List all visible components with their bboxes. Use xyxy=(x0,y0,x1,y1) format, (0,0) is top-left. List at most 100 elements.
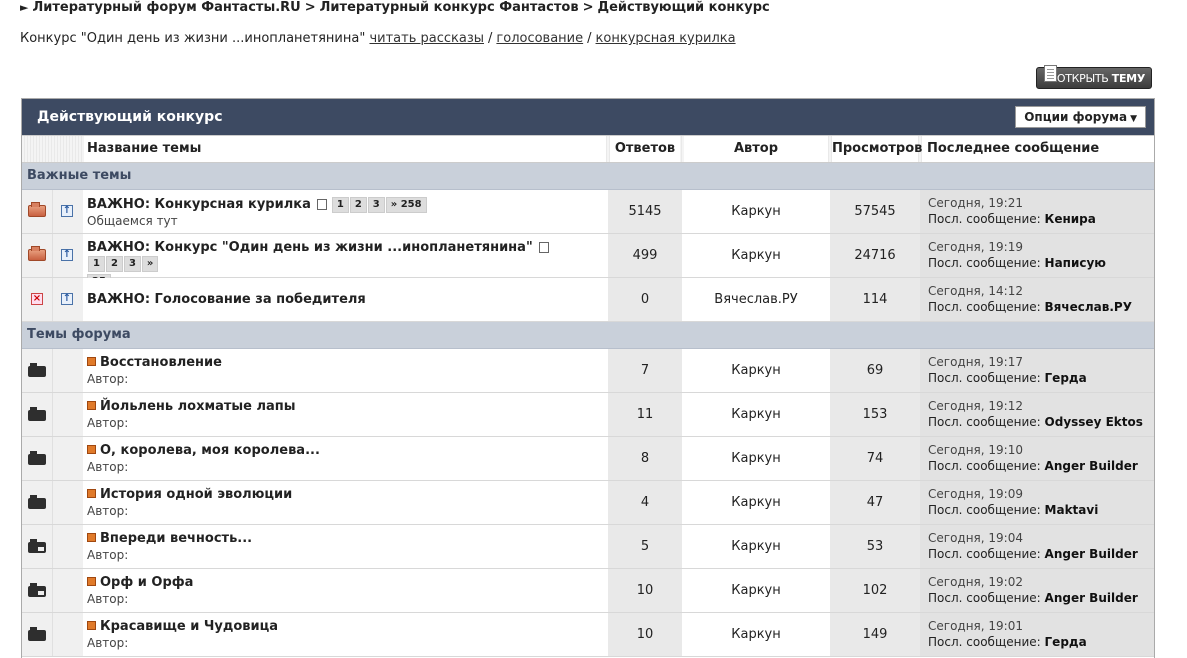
topic-title-link[interactable]: Восстановление xyxy=(100,355,222,370)
table-row: Красавище и Чудовица Автор: 10 Каркун 14… xyxy=(22,613,1154,657)
page-link-next[interactable]: » xyxy=(141,256,159,272)
table-row: История одной эволюции Автор: 4 Каркун 4… xyxy=(22,481,1154,525)
topic-title-link[interactable]: ВАЖНО: Голосование за победителя xyxy=(87,292,366,307)
views-count: 153 xyxy=(830,393,920,436)
table-row: Йольлень лохматые лапы Автор: 11 Каркун … xyxy=(22,393,1154,437)
last-post-user[interactable]: Герда xyxy=(1045,635,1087,649)
topic-author[interactable]: Вячеслав.РУ xyxy=(682,278,830,321)
folder-icon xyxy=(28,495,46,509)
folder-icon xyxy=(28,627,46,641)
breadcrumb-link-forum[interactable]: Литературный форум Фантасты.RU xyxy=(32,0,300,15)
contest-subline: Конкурс "Один день из жизни ...инопланет… xyxy=(20,31,736,46)
topic-author[interactable]: Каркун xyxy=(682,481,830,524)
table-row: Восстановление Автор: 7 Каркун 69 Сегодн… xyxy=(22,349,1154,393)
last-post-user[interactable]: Герда xyxy=(1045,371,1087,385)
topic-prefix-icon xyxy=(87,357,96,366)
last-post-user[interactable]: Maktavi xyxy=(1045,503,1099,517)
last-post-user[interactable]: Написую xyxy=(1045,256,1106,270)
replies-count: 499 xyxy=(608,234,682,277)
page-links: 1 2 3» 258 xyxy=(331,196,427,213)
page-link-last[interactable]: » 258 xyxy=(385,197,427,213)
page-link[interactable]: 2 xyxy=(105,256,123,272)
column-last-post[interactable]: Последнее сообщение xyxy=(922,136,1154,162)
topic-author[interactable]: Каркун xyxy=(682,234,830,277)
last-post: Сегодня, 19:17 Посл. сообщение: Герда xyxy=(920,349,1154,392)
contest-name: Конкурс "Один день из жизни ...инопланет… xyxy=(20,31,366,46)
last-post-user[interactable]: Anger Builder xyxy=(1045,591,1138,605)
last-post-time: Сегодня, 14:12 xyxy=(928,284,1023,298)
views-count: 69 xyxy=(830,349,920,392)
forum-options-button[interactable]: Опции форума ▼ xyxy=(1015,106,1146,128)
topic-prefix-icon xyxy=(87,489,96,498)
breadcrumb-current: Действующий конкурс xyxy=(597,0,770,15)
forum-table: Действующий конкурс Опции форума ▼ Назван… xyxy=(21,98,1155,658)
topic-author[interactable]: Каркун xyxy=(682,437,830,480)
replies-count: 5145 xyxy=(608,190,682,233)
last-post-time: Сегодня, 19:04 xyxy=(928,531,1023,545)
folder-icon xyxy=(28,451,46,465)
last-post-user[interactable]: Anger Builder xyxy=(1045,547,1138,561)
last-post-time: Сегодня, 19:19 xyxy=(928,240,1023,254)
topic-title-link[interactable]: История одной эволюции xyxy=(100,487,292,502)
breadcrumb-link-contest[interactable]: Литературный конкурс Фантастов xyxy=(320,0,579,15)
last-post-user[interactable]: Anger Builder xyxy=(1045,459,1138,473)
column-views[interactable]: Просмотров xyxy=(832,136,922,162)
last-post: Сегодня, 19:12 Посл. сообщение: Odyssey … xyxy=(920,393,1154,436)
topic-title-link[interactable]: ВАЖНО: Конкурс "Один день из жизни ...ин… xyxy=(87,240,533,255)
column-author[interactable]: Автор xyxy=(684,136,828,162)
topic-author[interactable]: Каркун xyxy=(682,569,830,612)
last-post-user[interactable]: Odyssey Ektos xyxy=(1045,415,1143,429)
topic-author-label: Автор: xyxy=(87,636,129,650)
topic-author-label: Автор: xyxy=(87,592,129,606)
last-post-time: Сегодня, 19:17 xyxy=(928,355,1023,369)
last-post-user[interactable]: Кенира xyxy=(1045,212,1096,226)
last-post-user[interactable]: Вячеслав.РУ xyxy=(1045,300,1132,314)
breadcrumb-separator: > xyxy=(582,0,594,15)
contest-smoking-room-link[interactable]: конкурсная курилка xyxy=(596,31,736,46)
topic-title-link[interactable]: Орф и Орфа xyxy=(100,575,193,590)
sticky-pin-icon: ↑ xyxy=(61,205,73,217)
forum-header: Действующий конкурс Опции форума ▼ xyxy=(22,99,1154,135)
last-post-prefix: Посл. сообщение: xyxy=(928,547,1041,561)
sticky-pin-icon: ↑ xyxy=(61,249,73,261)
views-count: 102 xyxy=(830,569,920,612)
views-count: 53 xyxy=(830,525,920,568)
topic-author-label: Автор: xyxy=(87,460,129,474)
replies-count: 10 xyxy=(608,569,682,612)
topic-subtitle: Общаемся тут xyxy=(87,214,178,228)
folder-hot-icon xyxy=(28,539,46,553)
section-important: Важные темы xyxy=(22,163,1154,190)
topic-author[interactable]: Каркун xyxy=(682,393,830,436)
read-stories-link[interactable]: читать рассказы xyxy=(369,31,484,46)
last-post-time: Сегодня, 19:02 xyxy=(928,575,1023,589)
column-replies[interactable]: Ответов xyxy=(610,136,680,162)
topic-title-link[interactable]: Йольлень лохматые лапы xyxy=(100,399,296,414)
page-link[interactable]: 3 xyxy=(367,197,385,213)
column-title[interactable]: Название темы xyxy=(84,136,606,162)
views-count: 24716 xyxy=(830,234,920,277)
views-count: 57545 xyxy=(830,190,920,233)
topic-author[interactable]: Каркун xyxy=(682,613,830,656)
table-row: ↑ ВАЖНО: Конкурс "Один день из жизни ...… xyxy=(22,234,1154,290)
topic-title-link[interactable]: О, королева, моя королева... xyxy=(100,443,320,458)
page-link[interactable]: 1 xyxy=(331,197,349,213)
topic-title-link[interactable]: ВАЖНО: Конкурсная курилка xyxy=(87,197,311,212)
topic-author[interactable]: Каркун xyxy=(682,190,830,233)
last-post-prefix: Посл. сообщение: xyxy=(928,459,1041,473)
table-row: Орф и Орфа Автор: 10 Каркун 102 Сегодня,… xyxy=(22,569,1154,613)
page-link[interactable]: 3 xyxy=(123,256,141,272)
multipage-icon xyxy=(538,242,549,253)
topic-title-link[interactable]: Красавище и Чудовица xyxy=(100,619,278,634)
topic-prefix-icon xyxy=(87,533,96,542)
topic-author[interactable]: Каркун xyxy=(682,525,830,568)
page-link[interactable]: 1 xyxy=(88,256,105,272)
last-post-time: Сегодня, 19:21 xyxy=(928,196,1023,210)
topic-author[interactable]: Каркун xyxy=(682,349,830,392)
topic-title-link[interactable]: Впереди вечность... xyxy=(100,531,252,546)
last-post: Сегодня, 19:09 Посл. сообщение: Maktavi xyxy=(920,481,1154,524)
page-link[interactable]: 2 xyxy=(349,197,367,213)
voting-link[interactable]: голосование xyxy=(496,31,583,46)
last-post: Сегодня, 19:01 Посл. сообщение: Герда xyxy=(920,613,1154,656)
last-post-prefix: Посл. сообщение: xyxy=(928,591,1041,605)
new-topic-button[interactable]: ОТКРЫТЬ ТЕМУ xyxy=(1036,65,1152,89)
